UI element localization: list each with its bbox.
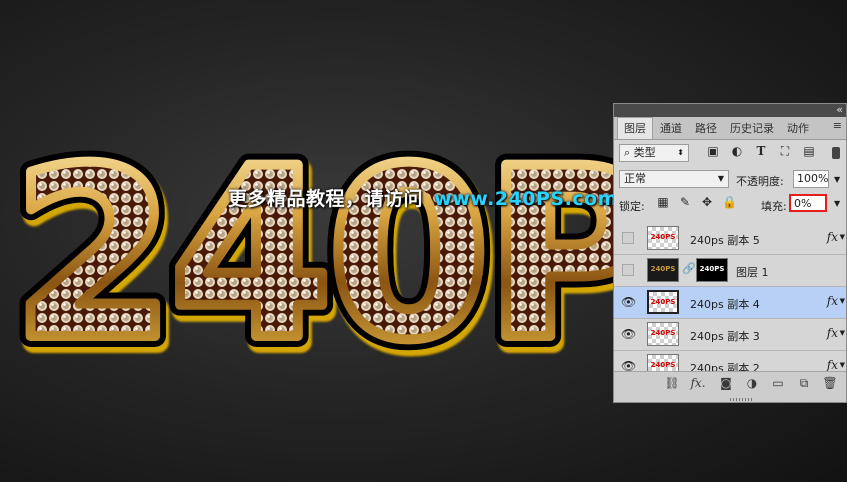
add-mask-icon[interactable]: ◙ (718, 376, 734, 390)
tab-paths[interactable]: 路径 (689, 118, 723, 139)
panel-tabs: 图层 通道 路径 历史记录 动作 (614, 117, 846, 140)
layer-thumbnail[interactable]: 240PS (647, 290, 679, 314)
link-layers-icon[interactable]: ⛓ (664, 376, 680, 390)
expand-effects-icon[interactable]: ▼ (840, 297, 845, 305)
chevron-down-icon: ▼ (717, 174, 724, 183)
lock-position-icon[interactable]: ✥ (700, 195, 714, 209)
opacity-dropdown-arrow-icon[interactable]: ▼ (834, 175, 840, 184)
type-filter-icon[interactable]: T (754, 144, 768, 158)
image-filter-icon[interactable]: ▣ (706, 144, 720, 158)
artwork-gold-text: 240P (12, 119, 651, 392)
visibility-toggle-off[interactable] (622, 264, 634, 276)
expand-effects-icon[interactable]: ▼ (840, 233, 845, 241)
opacity-label: 不透明度: (736, 175, 784, 188)
layers-bottom-bar: ⛓ fx. ◙ ◑ ▭ ⧉ 🗑 (614, 371, 846, 402)
layer-name[interactable]: 240ps 副本 3 (690, 328, 760, 344)
lock-transparent-pixels-icon[interactable]: ▦ (656, 195, 670, 209)
fx-icon[interactable]: fx (827, 230, 838, 244)
eye-icon[interactable]: 👁 (621, 327, 636, 341)
search-icon: ⌕ (624, 146, 634, 159)
fx-icon[interactable]: fx (827, 294, 838, 308)
adjustment-filter-icon[interactable]: ◐ (730, 144, 744, 158)
blend-mode-select[interactable]: 正常 ▼ (619, 170, 729, 188)
filter-kind-select[interactable]: ⌕ 类型 ⬍ (619, 144, 689, 162)
layer-thumbnail[interactable]: 240PS (647, 322, 679, 346)
layer-thumbnail[interactable]: 240PS (647, 258, 679, 282)
blend-row: 正常 ▼ 不透明度: 100% ▼ (614, 166, 846, 192)
fill-label: 填充: (761, 200, 787, 213)
layer-name[interactable]: 图层 1 (736, 264, 769, 280)
filter-toggle[interactable] (832, 147, 840, 159)
tab-actions[interactable]: 动作 (781, 118, 815, 139)
layer-row[interactable]: 👁 240PS 240ps 副本 3 fx ▼ (614, 319, 846, 351)
panel-menu-icon[interactable]: ≡ (833, 119, 842, 132)
link-icon[interactable]: 🔗 (682, 262, 696, 275)
layer-row-selected[interactable]: 👁 240PS 240ps 副本 4 fx ▼ (614, 287, 846, 319)
new-layer-icon[interactable]: ⧉ (796, 376, 812, 391)
layer-thumbnail[interactable]: 240PS (647, 226, 679, 250)
layer-row[interactable]: 240PS 240ps 副本 5 fx ▼ (614, 223, 846, 255)
filter-row: ⌕ 类型 ⬍ ▣ ◐ T ⛶ ▤ (614, 140, 846, 166)
shape-filter-icon[interactable]: ⛶ (778, 144, 792, 159)
smart-object-filter-icon[interactable]: ▤ (802, 144, 816, 158)
watermark-chinese: 更多精品教程，请访问 (228, 188, 424, 210)
eye-icon[interactable]: 👁 (621, 295, 636, 309)
layer-name[interactable]: 240ps 副本 5 (690, 232, 760, 248)
new-adjustment-layer-icon[interactable]: ◑ (744, 376, 760, 390)
fx-icon[interactable]: fx (827, 358, 838, 372)
fx-icon[interactable]: fx (827, 326, 838, 340)
lock-row: 锁定: ▦ ✎ ✥ 🔒 填充: 0% ▼ (614, 192, 846, 218)
tab-layers[interactable]: 图层 (617, 117, 653, 139)
blend-mode-value: 正常 (624, 172, 646, 185)
expand-effects-icon[interactable]: ▼ (840, 329, 845, 337)
expand-effects-icon[interactable]: ▼ (840, 361, 845, 369)
fill-dropdown-arrow-icon[interactable]: ▼ (834, 199, 840, 208)
tab-history[interactable]: 历史记录 (724, 118, 780, 139)
lock-image-pixels-icon[interactable]: ✎ (678, 195, 692, 209)
layers-list: 240PS 240ps 副本 5 fx ▼ 240PS 🔗 240PS 图层 1… (614, 223, 846, 383)
tab-channels[interactable]: 通道 (654, 118, 688, 139)
fill-input[interactable]: 0% (789, 194, 827, 212)
lock-all-icon[interactable]: 🔒 (722, 195, 737, 209)
updown-arrow-icon: ⬍ (677, 148, 684, 157)
watermark-text: 更多精品教程，请访问 www.240PS.com (228, 184, 618, 211)
layer-row[interactable]: 240PS 🔗 240PS 图层 1 (614, 255, 846, 287)
layer-name[interactable]: 240ps 副本 4 (690, 296, 760, 312)
trash-icon[interactable]: 🗑 (822, 376, 838, 390)
new-group-icon[interactable]: ▭ (770, 376, 786, 390)
lock-label: 锁定: (619, 200, 645, 213)
add-layer-style-icon[interactable]: fx. (690, 376, 706, 390)
panel-title-bar[interactable]: « (614, 103, 846, 117)
layers-panel: « 图层 通道 路径 历史记录 动作 ≡ ⌕ 类型 ⬍ ▣ ◐ T ⛶ ▤ 正常… (613, 103, 847, 403)
visibility-toggle-off[interactable] (622, 232, 634, 244)
panel-resize-grip[interactable] (730, 398, 752, 401)
filter-kind-label: 类型 (633, 146, 656, 159)
layer-mask-thumbnail[interactable]: 240PS (696, 258, 728, 282)
collapse-icon[interactable]: « (836, 103, 843, 116)
opacity-input[interactable]: 100% (793, 170, 829, 188)
watermark-url: www.240PS.com (434, 188, 618, 210)
